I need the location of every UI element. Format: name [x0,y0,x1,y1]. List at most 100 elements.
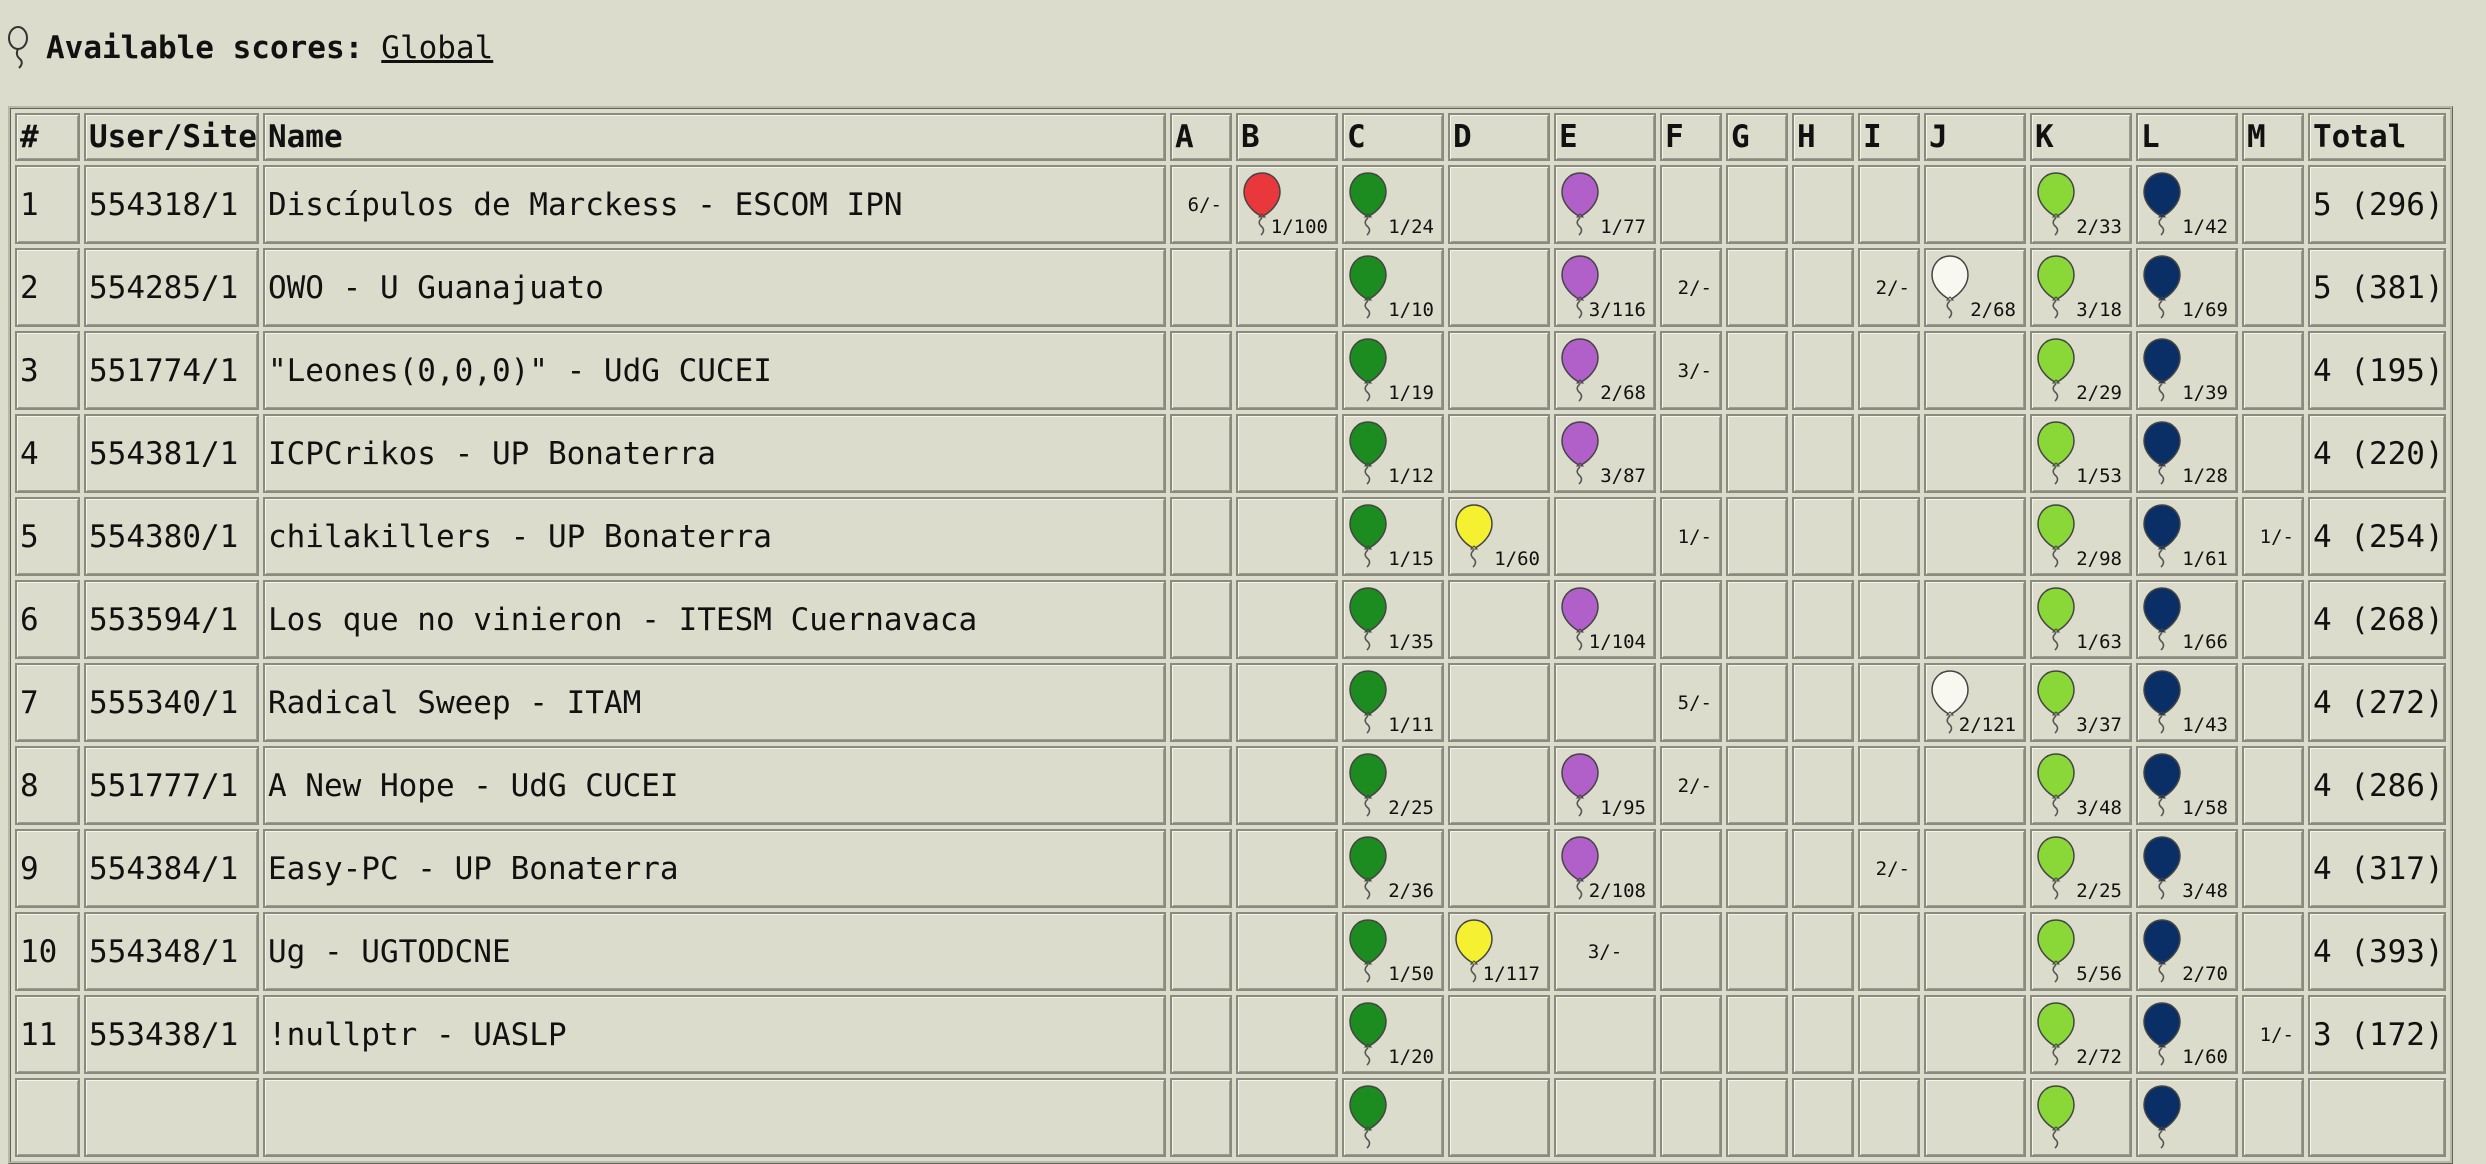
problem-l-cell: 2/70 [2135,912,2238,991]
failed-attempts-label: 3/- [1677,359,1712,382]
total-score-cell: 4 (393) [2307,912,2446,991]
problem-d-cell: 1/60 [1447,497,1550,576]
total-score-cell: 4 (317) [2307,829,2446,908]
problem-l-cell: 1/69 [2135,248,2238,327]
problem-k-cell: 2/72 [2029,995,2132,1074]
problem-j-cell [1923,1078,2026,1157]
problem-b-cell: 1/100 [1235,165,1338,244]
team-name-cell: ICPCrikos - UP Bonaterra [262,414,1166,493]
problem-b-cell [1235,497,1338,576]
balloon-icon [2143,919,2181,983]
col-problem-f-header: F [1659,113,1722,161]
balloon-icon [2143,255,2181,319]
problem-l-cell: 1/66 [2135,580,2238,659]
balloon-pin-icon [8,26,28,69]
problem-i-cell [1857,165,1920,244]
problem-b-cell [1235,248,1338,327]
problem-f-cell: 3/- [1659,331,1722,410]
problem-m-cell [2241,248,2304,327]
col-problem-g-header: G [1725,113,1788,161]
attempts-time-label: 1/24 [1388,216,1434,238]
balloon-icon [2143,836,2181,900]
problem-h-cell [1791,165,1854,244]
problem-i-cell [1857,663,1920,742]
balloon-icon [2143,504,2181,568]
problem-d-cell [1447,248,1550,327]
attempts-time-label: 2/72 [2076,1046,2122,1068]
balloon-icon [1561,753,1599,817]
problem-l-cell: 3/48 [2135,829,2238,908]
problem-f-cell: 1/- [1659,497,1722,576]
problem-j-cell [1923,165,2026,244]
problem-l-cell: 1/43 [2135,663,2238,742]
rank-cell: 5 [15,497,80,576]
problem-c-cell: 1/20 [1341,995,1444,1074]
problem-e-cell: 3/- [1553,912,1656,991]
attempts-time-label: 1/60 [2182,1046,2228,1068]
problem-l-cell: 1/42 [2135,165,2238,244]
problem-e-cell [1553,663,1656,742]
total-score-cell: 4 (220) [2307,414,2446,493]
problem-m-cell [2241,746,2304,825]
attempts-time-label: 1/69 [2182,299,2228,321]
available-scores-label: Available scores: [46,30,364,66]
problem-m-cell [2241,331,2304,410]
col-rank-header: # [15,113,80,161]
balloon-icon [2037,421,2075,485]
problem-g-cell [1725,829,1788,908]
problem-l-cell: 1/28 [2135,414,2238,493]
problem-a-cell [1169,746,1232,825]
user-site-cell: 554318/1 [84,165,259,244]
problem-a-cell: 6/- [1169,165,1232,244]
attempts-time-label: 3/48 [2182,880,2228,902]
attempts-time-label: 1/104 [1588,631,1646,653]
problem-a-cell [1169,414,1232,493]
problem-g-cell [1725,746,1788,825]
problem-i-cell: 2/- [1857,829,1920,908]
problem-h-cell [1791,663,1854,742]
problem-a-cell [1169,995,1232,1074]
balloon-icon [1349,836,1387,900]
problem-d-cell [1447,331,1550,410]
problem-m-cell: 1/- [2241,995,2304,1074]
team-name-cell: Easy-PC - UP Bonaterra [262,829,1166,908]
problem-d-cell [1447,1078,1550,1157]
failed-attempts-label: 6/- [1187,193,1222,216]
rank-cell: 6 [15,580,80,659]
rank-cell: 7 [15,663,80,742]
problem-e-cell: 3/87 [1553,414,1656,493]
balloon-icon [1349,504,1387,568]
balloon-icon [2143,421,2181,485]
balloon-icon [1561,421,1599,485]
problem-a-cell [1169,912,1232,991]
scoreboard-table: # User/Site Name A B C D E F G H I J K L M Total 1 554… [8,106,2453,1164]
problem-j-cell [1923,580,2026,659]
balloon-icon [2037,338,2075,402]
team-name-cell: Ug - UGTODCNE [262,912,1166,991]
table-row: 1 554318/1 Discípulos de Marckess - ESCOM … [15,165,2446,244]
problem-e-cell [1553,995,1656,1074]
problem-k-cell: 5/56 [2029,912,2132,991]
problem-k-cell: 2/98 [2029,497,2132,576]
problem-g-cell [1725,663,1788,742]
table-row: 9 554384/1 Easy-PC - UP Bonaterra 2/36 2/108… [15,829,2446,908]
problem-m-cell [2241,1078,2304,1157]
problem-k-cell: 1/53 [2029,414,2132,493]
col-problem-h-header: H [1791,113,1854,161]
team-name-cell: !nullptr - UASLP [262,995,1166,1074]
attempts-time-label: 1/12 [1388,465,1434,487]
rank-cell: 10 [15,912,80,991]
attempts-time-label: 2/25 [1388,797,1434,819]
balloon-icon [2037,919,2075,983]
problem-i-cell [1857,331,1920,410]
problem-j-cell [1923,829,2026,908]
header-row: # User/Site Name A B C D E F G H I J K L M Total [15,113,2446,161]
global-scores-link[interactable]: Global [381,30,493,66]
balloon-icon [1561,338,1599,402]
balloon-icon [1349,919,1387,983]
problem-b-cell [1235,663,1338,742]
problem-j-cell [1923,995,2026,1074]
problem-i-cell [1857,1078,1920,1157]
attempts-time-label: 2/68 [1970,299,2016,321]
problem-c-cell: 1/35 [1341,580,1444,659]
